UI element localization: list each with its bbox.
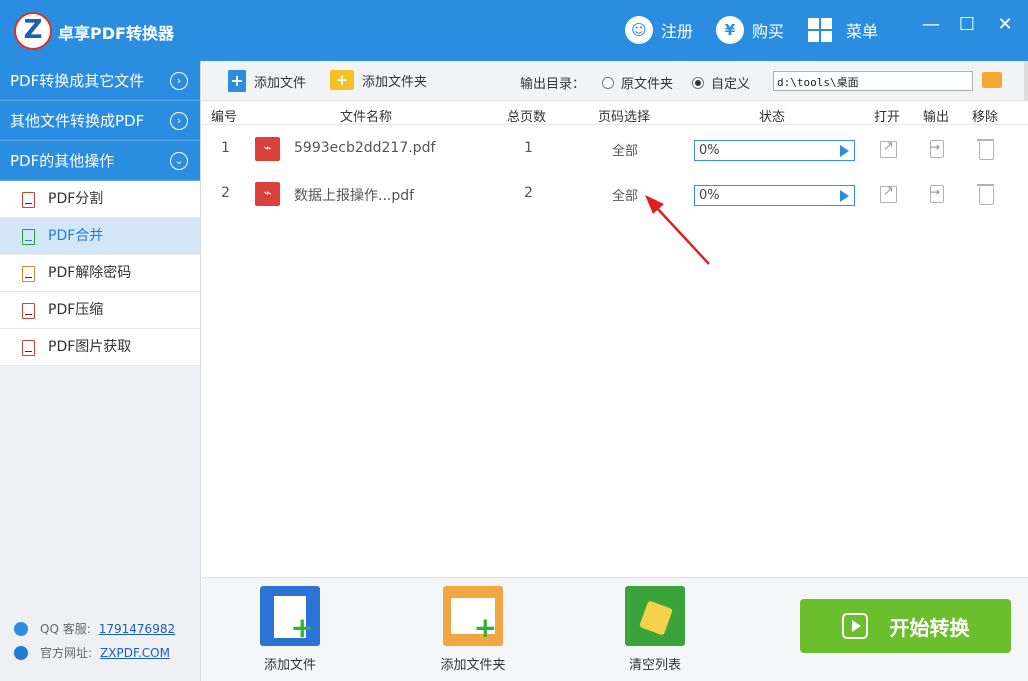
sidebar-item-pdf-compress[interactable]: PDF压缩 [0, 292, 200, 329]
row-filename: 5993ecb2dd217.pdf [294, 140, 436, 156]
row-status-progress[interactable]: 0% [694, 185, 855, 206]
qq-support: QQ 客服: 1791476982 [14, 620, 175, 637]
col-output: 输出 [923, 110, 950, 125]
output-icon[interactable] [930, 140, 944, 158]
radio-custom-folder[interactable]: 自定义 [692, 73, 750, 92]
play-icon [841, 613, 868, 639]
output-path-input[interactable]: d:\tools\桌面 [773, 71, 973, 91]
buy-button[interactable]: ¥ 购买 [716, 14, 784, 46]
table-row[interactable]: 1 ⌁ 5993ecb2dd217.pdf 1 全部 0% [202, 126, 1012, 172]
app-logo: Z [14, 12, 52, 50]
chevron-down-icon: ⌄ [170, 152, 188, 170]
start-convert-button[interactable]: 开始转换 [800, 599, 1011, 653]
chevron-right-icon: › [170, 112, 188, 130]
sidebar-item-pdf-merge[interactable]: PDF合并 [0, 218, 200, 255]
yen-icon: ¥ [716, 16, 744, 44]
scrollbar[interactable] [1024, 61, 1028, 101]
col-status: 状态 [759, 110, 786, 125]
output-dir-label: 输出目录： [520, 77, 586, 92]
toolbar: + 添加文件 + 添加文件夹 输出目录： 原文件夹 自定义 d:\tools\桌… [202, 61, 1028, 101]
add-folder-icon: + [443, 586, 503, 646]
ie-icon [14, 645, 28, 660]
col-remove: 移除 [972, 110, 999, 125]
add-file-icon: + [260, 586, 320, 646]
play-icon [840, 190, 849, 202]
row-filename: 数据上报操作...pdf [294, 188, 415, 204]
add-file-icon: + [228, 70, 246, 92]
add-folder-icon: + [330, 70, 354, 90]
row-number: 2 [221, 185, 230, 201]
radio-icon [602, 76, 614, 89]
row-total-pages: 2 [524, 185, 533, 201]
sidebar-item-pdf-decrypt[interactable]: PDF解除密码 [0, 255, 200, 292]
radio-selected-icon [692, 76, 704, 89]
col-total-pages: 总页数 [507, 110, 547, 125]
pdf-file-icon [22, 303, 35, 319]
user-add-icon: ☺ [625, 16, 653, 44]
sidebar-section-other-to-pdf[interactable]: 其他文件转换成PDF › [0, 101, 200, 141]
row-page-range[interactable]: 全部 [612, 185, 638, 204]
browse-folder-icon[interactable] [982, 72, 1002, 88]
add-file-button[interactable]: + 添加文件 [228, 70, 306, 92]
table-header: 编号 文件名称 总页数 页码选择 状态 打开 输出 移除 [202, 101, 1028, 125]
grid-menu-icon [808, 18, 832, 42]
pdf-file-icon: ⌁ [255, 182, 280, 206]
qq-icon [14, 621, 28, 636]
minimize-button[interactable]: — [920, 14, 942, 36]
output-icon[interactable] [930, 185, 944, 203]
official-site: 官方网址: ZXPDF.COM [14, 644, 170, 661]
row-number: 1 [221, 140, 230, 156]
chevron-right-icon: › [170, 72, 188, 90]
site-link[interactable]: ZXPDF.COM [100, 646, 170, 660]
app-title: 卓享PDF转换器 [58, 24, 174, 43]
qq-number-link[interactable]: 1791476982 [99, 622, 175, 636]
trash-icon[interactable] [977, 139, 994, 160]
pdf-file-icon [22, 229, 35, 245]
sidebar-section-pdf-to-other[interactable]: PDF转换成其它文件 › [0, 61, 200, 101]
register-button[interactable]: ☺ 注册 [625, 14, 693, 46]
table-row[interactable]: 2 ⌁ 数据上报操作...pdf 2 全部 0% [202, 171, 1012, 217]
open-external-icon[interactable] [880, 139, 897, 158]
pdf-file-icon [22, 340, 35, 356]
pdf-file-icon: ⌁ [255, 137, 280, 161]
broom-icon [625, 586, 685, 646]
sidebar-section-pdf-other-ops[interactable]: PDF的其他操作 ⌄ [0, 141, 200, 181]
col-page-range: 页码选择 [598, 110, 651, 125]
bottom-bar: + 添加文件 + 添加文件夹 清空列表 开始转换 [202, 577, 1028, 681]
col-open: 打开 [874, 110, 901, 125]
title-bar: Z 卓享PDF转换器 ☺ 注册 ¥ 购买 菜单 — ☐ ✕ [0, 0, 1028, 61]
trash-icon[interactable] [977, 184, 994, 205]
col-filename: 文件名称 [340, 110, 393, 125]
open-external-icon[interactable] [880, 184, 897, 203]
close-button[interactable]: ✕ [994, 14, 1016, 36]
row-status-progress[interactable]: 0% [694, 140, 855, 161]
clear-list-button[interactable]: 清空列表 [600, 586, 710, 673]
pdf-file-icon [22, 192, 35, 208]
sidebar-item-pdf-split[interactable]: PDF分割 [0, 181, 200, 218]
row-page-range[interactable]: 全部 [612, 140, 638, 159]
maximize-button[interactable]: ☐ [956, 14, 978, 36]
pdf-file-icon [22, 266, 35, 282]
sidebar-item-pdf-image-extract[interactable]: PDF图片获取 [0, 329, 200, 366]
row-total-pages: 1 [524, 140, 533, 156]
sidebar: PDF转换成其它文件 › 其他文件转换成PDF › PDF的其他操作 ⌄ PDF… [0, 61, 201, 681]
add-folder-button[interactable]: + 添加文件夹 [330, 70, 427, 90]
radio-original-folder[interactable]: 原文件夹 [602, 73, 673, 92]
play-icon [840, 145, 849, 157]
bottom-add-folder-button[interactable]: + 添加文件夹 [418, 586, 528, 673]
col-number: 编号 [211, 110, 238, 125]
menu-button[interactable]: 菜单 [808, 14, 878, 46]
bottom-add-file-button[interactable]: + 添加文件 [235, 586, 345, 673]
